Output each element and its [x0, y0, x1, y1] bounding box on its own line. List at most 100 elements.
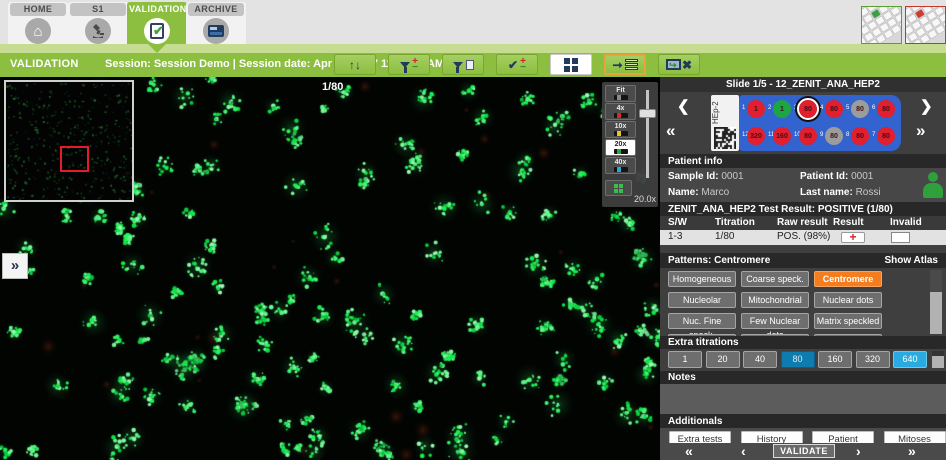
tab-archive[interactable]: ARCHIVE [186, 2, 246, 44]
well-10[interactable]: 10 80 [795, 125, 821, 149]
result-positive-cross-icon[interactable]: + [841, 232, 865, 243]
patterns-scrollbar[interactable] [930, 270, 942, 334]
pattern-button-centromere[interactable]: Centromere [814, 271, 882, 287]
tab-validation[interactable]: VALIDATION✔ [127, 2, 187, 44]
titration-button-320[interactable]: 320 [856, 351, 890, 368]
zoom-4x-button[interactable]: 4x [605, 103, 636, 120]
well-position: 5 [846, 105, 849, 111]
well-1[interactable]: 1 1 [743, 98, 769, 122]
next-slide-button[interactable]: › [856, 443, 861, 459]
objective-icon [614, 167, 628, 172]
first-well-button[interactable]: « [666, 124, 677, 138]
well-8[interactable]: 8 80 [847, 125, 873, 149]
well-12[interactable]: 12 320 [743, 125, 769, 149]
pattern-button-mitochondrial[interactable]: Mitochondrial [741, 292, 809, 308]
pattern-button-homogeneous[interactable]: Homogeneous [668, 271, 736, 287]
prev-well-button[interactable]: ❮ [677, 100, 690, 114]
roi-rectangle[interactable] [60, 146, 89, 172]
pattern-button-few-nuclear-dots[interactable]: Few Nuclear dots [741, 313, 809, 329]
close-screen-icon: ↪✖ [666, 58, 692, 72]
well-position: 8 [846, 132, 849, 138]
pattern-button-matrix-speckled[interactable]: Matrix speckled [814, 313, 882, 329]
next-well-button[interactable]: ❯ [920, 100, 933, 114]
titration-button-640[interactable]: 640 [893, 351, 927, 368]
zoom-fit-button[interactable]: Fit [605, 85, 636, 102]
expand-sidebar-button[interactable]: » [2, 253, 28, 279]
snapshot-grid-button[interactable] [605, 180, 632, 196]
well-7[interactable]: 7 80 [873, 125, 899, 149]
prev-slide-button[interactable]: ‹ [741, 443, 746, 459]
titration-button-1[interactable]: 1 [668, 351, 702, 368]
show-atlas-link[interactable]: Show Atlas [884, 255, 938, 266]
name-value: Marco [701, 187, 729, 198]
keyboard-green-icon [862, 7, 901, 43]
well-4[interactable]: 4 80 [821, 98, 847, 122]
invalid-checkbox[interactable] [891, 232, 910, 243]
validate-button[interactable]: VALIDATE [773, 444, 835, 458]
well-titer: 80 [799, 127, 817, 145]
patient-person-icon[interactable] [922, 172, 944, 198]
grid-view-button[interactable] [550, 54, 592, 75]
first-slide-button[interactable]: « [685, 443, 693, 459]
microscopy-viewer[interactable]: 1/80 Fit 4x 10x 20x 40x 20.0x » [0, 77, 660, 460]
titrations-scrollbar[interactable] [932, 351, 944, 368]
notes-input[interactable] [660, 384, 946, 414]
well-5[interactable]: 5 80 [847, 98, 873, 122]
tab-label: HOME [10, 3, 66, 16]
pattern-button-nuc-fine-speck[interactable]: Nuc. Fine speck. [668, 313, 736, 329]
filter-add-remove-button[interactable]: +− [388, 54, 430, 75]
cell-raw-result: POS. (98%) [777, 231, 830, 242]
green-key-shortcut-image[interactable] [861, 6, 902, 44]
camera-grid-icon [614, 184, 623, 193]
pattern-button-nucleolar[interactable]: Nucleolar [668, 292, 736, 308]
patterns-scrollbar-thumb[interactable] [930, 270, 942, 292]
patterns-title: Patterns: Centromere [668, 255, 770, 266]
close-screen-button[interactable]: ↪✖ [658, 54, 700, 75]
objective-icon [614, 149, 628, 154]
overview-thumbnail[interactable] [4, 80, 134, 202]
titration-button-160[interactable]: 160 [818, 351, 852, 368]
last-slide-button[interactable]: » [908, 443, 916, 459]
pattern-button-coarse-speck[interactable]: Coarse speck. [741, 271, 809, 287]
titration-button-20[interactable]: 20 [706, 351, 740, 368]
filter-add-remove-icon: +− [400, 59, 418, 71]
filter-report-button[interactable] [442, 54, 484, 75]
approve-add-remove-button[interactable]: ✔+− [496, 54, 538, 75]
test-result-header: ZENIT_ANA_HEP2 Test Result: POSITIVE (1/… [660, 202, 946, 216]
well-9[interactable]: 9 80 [821, 125, 847, 149]
result-table-row[interactable]: 1-3 1/80 POS. (98%) + [660, 230, 946, 245]
well-titer: 80 [877, 100, 895, 118]
sample-id-label: Sample Id: [668, 171, 719, 182]
objective-icon [614, 113, 628, 118]
send-to-list-button[interactable]: ➞ [604, 54, 646, 75]
zoom-10x-button[interactable]: 10x [605, 121, 636, 138]
column-invalid: Invalid [890, 217, 922, 228]
keyboard-red-icon [906, 7, 945, 43]
well-11[interactable]: 11 160 [769, 125, 795, 149]
zoom-40x-button[interactable]: 40x [605, 157, 636, 174]
well-2[interactable]: 2 1 [769, 98, 795, 122]
zoom-slider-track[interactable] [646, 90, 649, 178]
last-name-value: Rossi [856, 187, 881, 198]
approve-add-remove-icon: ✔+− [508, 59, 526, 71]
titration-button-40[interactable]: 40 [743, 351, 777, 368]
pattern-button-nuclear-dots[interactable]: Nuclear dots [814, 292, 882, 308]
name-label: Name: [668, 187, 699, 198]
tab-s1[interactable]: S1 [68, 2, 128, 44]
zoom-slider-handle[interactable] [639, 109, 656, 118]
well-titer: 80 [825, 127, 843, 145]
column-result: Result [833, 217, 864, 228]
bottom-navigation: « ‹ VALIDATE › » [660, 443, 946, 460]
well-titer: 80 [799, 100, 817, 118]
zoom-20x-button[interactable]: 20x [605, 139, 636, 156]
well-3[interactable]: 3 80 [795, 98, 821, 122]
zoom-button-label: 4x [617, 105, 625, 112]
filter-report-icon [453, 60, 474, 70]
sort-up-down-button[interactable]: ↑↓ [334, 54, 376, 75]
red-key-shortcut-image[interactable] [905, 6, 946, 44]
last-well-button[interactable]: » [916, 124, 925, 138]
titration-button-80[interactable]: 80 [781, 351, 815, 368]
tab-home[interactable]: HOME⌂ [8, 2, 68, 44]
titrations-scrollbar-thumb[interactable] [932, 351, 944, 356]
well-6[interactable]: 6 80 [873, 98, 899, 122]
